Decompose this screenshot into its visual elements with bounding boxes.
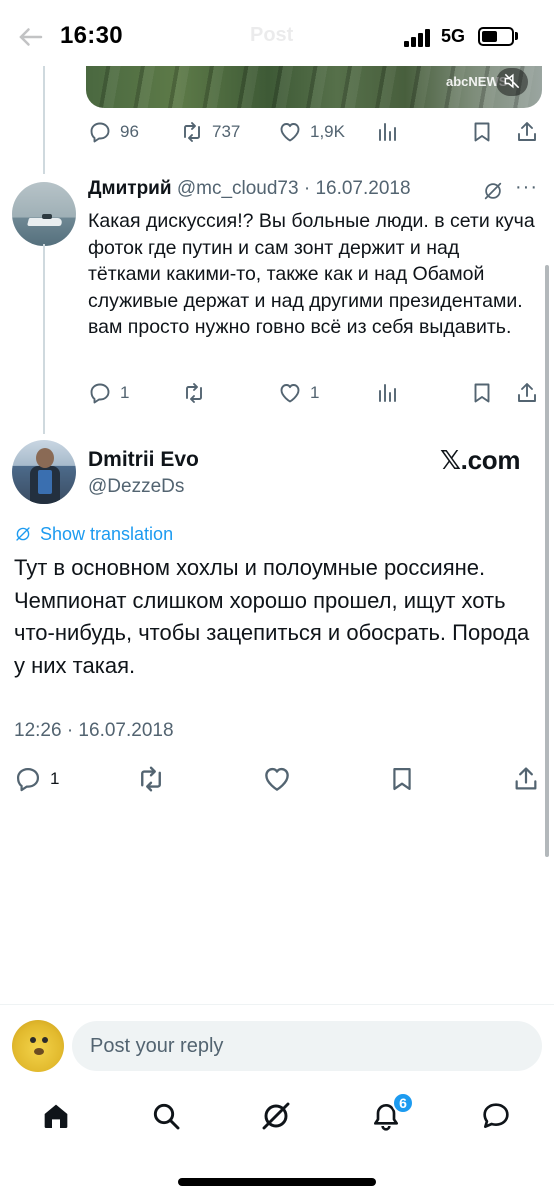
tab-home[interactable]	[26, 1086, 86, 1146]
grok-icon[interactable]	[482, 180, 504, 202]
battery-icon	[478, 27, 514, 46]
status-bar: Post 16:30 5G	[0, 0, 554, 74]
like-button[interactable]: 1	[278, 378, 319, 408]
like-button[interactable]	[262, 764, 292, 794]
current-user-avatar[interactable]	[12, 1020, 64, 1072]
views-button[interactable]	[376, 117, 400, 147]
reply-author-name[interactable]: Дмитрий	[88, 178, 172, 199]
share-icon	[518, 122, 536, 141]
avatar-person-head	[36, 448, 54, 468]
repost-icon	[184, 122, 200, 142]
mute-button[interactable]	[496, 68, 528, 96]
reply-button[interactable]: 1	[14, 764, 59, 794]
search-icon	[153, 1103, 180, 1130]
bookmark-button[interactable]	[470, 378, 494, 408]
bookmark-button[interactable]	[388, 764, 416, 794]
grok-translate-icon	[16, 527, 30, 541]
repost-button[interactable]	[136, 764, 166, 794]
reply-count: 96	[120, 122, 139, 141]
home-indicator	[178, 1178, 376, 1186]
tab-search[interactable]	[136, 1086, 196, 1146]
reply-button[interactable]: 96	[88, 117, 139, 147]
reply-tweet-text: Какая дискуссия!? Вы больные люди. в сет…	[88, 210, 535, 338]
repost-button[interactable]	[182, 378, 214, 408]
repost-icon	[186, 383, 202, 403]
reply-icon	[90, 383, 110, 404]
bookmark-icon	[393, 767, 411, 791]
video-thumbnail[interactable]: abcNEWS	[86, 66, 542, 108]
heart-icon	[280, 123, 300, 142]
heart-icon	[265, 767, 289, 791]
grok-icon	[262, 1102, 290, 1130]
main-tweet-text: Тут в основном хохлы и полоумные россиян…	[14, 555, 530, 678]
muted-speaker-icon	[504, 73, 520, 89]
reply-count: 1	[50, 769, 60, 788]
reply-input[interactable]: Post your reply	[72, 1021, 542, 1071]
tab-grok[interactable]	[246, 1086, 306, 1146]
heart-icon	[280, 384, 300, 403]
network-type: 5G	[441, 26, 466, 46]
avatar-eye-right	[42, 1037, 48, 1043]
back-arrow-icon[interactable]	[16, 22, 46, 52]
avatar-person-shirt	[38, 470, 52, 494]
like-count: 1	[310, 383, 320, 402]
more-options-icon[interactable]: ···	[515, 176, 538, 199]
main-author-name[interactable]: Dmitrii Evo	[88, 448, 199, 472]
share-button[interactable]	[512, 764, 540, 794]
bookmark-icon	[474, 383, 490, 403]
tab-notifications[interactable]: 6	[356, 1086, 416, 1146]
bookmark-icon	[474, 122, 490, 142]
views-button[interactable]	[376, 378, 400, 408]
cellular-signal-icon	[404, 29, 430, 47]
home-icon	[44, 1104, 68, 1128]
repost-count: 737	[212, 122, 241, 141]
like-count: 1,9K	[310, 122, 345, 141]
reply-icon	[90, 122, 110, 143]
share-button[interactable]	[515, 378, 539, 408]
composer-divider	[0, 1004, 554, 1005]
repost-icon	[141, 766, 161, 792]
battery-tip	[515, 32, 518, 40]
x-com-watermark: 𝕏.com	[440, 445, 521, 475]
show-translation-button[interactable]: Show translation	[14, 522, 173, 546]
share-icon	[515, 767, 537, 790]
messages-icon	[483, 1103, 509, 1128]
views-chart-icon	[379, 123, 396, 141]
reply-icon	[16, 767, 40, 792]
reply-button[interactable]: 1	[88, 378, 129, 408]
show-translation-label: Show translation	[40, 523, 174, 544]
reply-author-handle-date[interactable]: @mc_cloud73 · 16.07.2018	[177, 178, 411, 199]
reply-author-avatar[interactable]	[12, 182, 76, 246]
tab-messages[interactable]	[466, 1086, 526, 1146]
avatar-boat-cabin	[42, 214, 52, 219]
avatar-nose	[34, 1048, 44, 1055]
main-author-handle[interactable]: @DezzeDs	[88, 476, 184, 498]
notification-badge: 6	[392, 1092, 414, 1114]
repost-button[interactable]: 737	[180, 117, 240, 147]
avatar-eye-left	[30, 1037, 36, 1043]
bookmark-button[interactable]	[470, 117, 494, 147]
parent-action-bar: 96 737 1,9K	[0, 117, 554, 147]
reply-count: 1	[120, 383, 130, 402]
share-button[interactable]	[515, 117, 539, 147]
main-tweet-timestamp[interactable]: 12:26 · 16.07.2018	[14, 720, 174, 742]
main-author-avatar[interactable]	[12, 440, 76, 504]
main-action-bar: 1	[0, 764, 554, 794]
views-chart-icon	[379, 384, 396, 402]
reply-action-bar: 1 1	[0, 378, 554, 408]
like-button[interactable]: 1,9K	[278, 117, 345, 147]
share-icon	[518, 383, 536, 402]
header-title: Post	[250, 24, 294, 46]
bottom-tab-bar: 6	[0, 1086, 554, 1156]
avatar-boat	[26, 218, 64, 226]
reply-header: Дмитрий @mc_cloud73 · 16.07.2018	[88, 178, 411, 200]
status-time: 16:30	[60, 22, 123, 49]
